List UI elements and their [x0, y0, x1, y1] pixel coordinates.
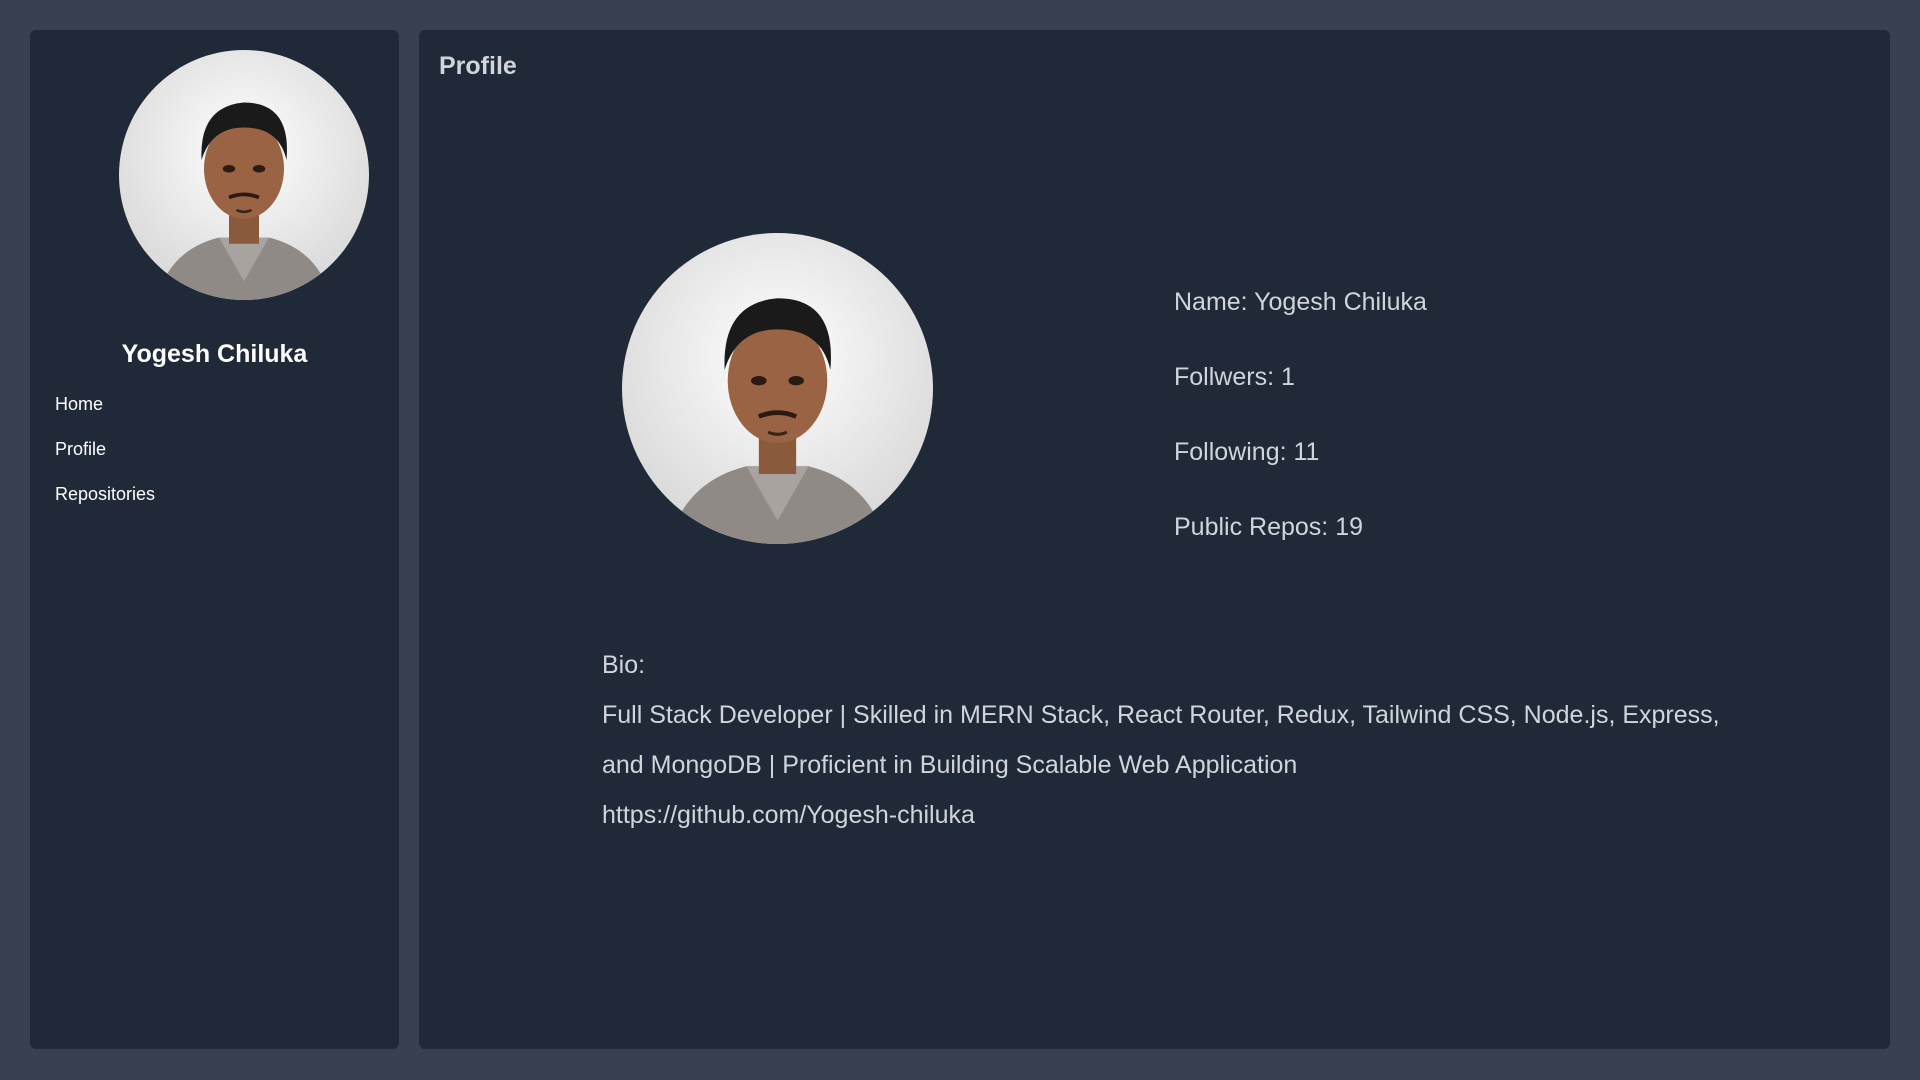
sidebar-nav: Home Profile Repositories	[55, 382, 155, 517]
bio-label: Bio:	[602, 651, 646, 679]
bio-text: Full Stack Developer | Skilled in MERN S…	[602, 701, 1720, 779]
sidebar-item-home[interactable]: Home	[55, 382, 155, 427]
app-root: Yogesh Chiluka Home Profile Repositories…	[0, 0, 1920, 1080]
profile-photo	[622, 233, 933, 544]
avatar	[119, 50, 369, 300]
avatar-photo	[119, 50, 369, 300]
stat-public-repos: Public Repos: 19	[1174, 513, 1364, 541]
page-title: Profile	[439, 52, 517, 80]
github-link[interactable]: https://github.com/Yogesh-chiluka	[602, 790, 1752, 840]
sidebar: Yogesh Chiluka Home Profile Repositories	[30, 30, 399, 1049]
sidebar-user-name: Yogesh Chiluka	[121, 340, 308, 368]
profile-stats: Name: Yogesh Chiluka Follwers: 1 Followi…	[1174, 288, 1427, 588]
sidebar-item-repositories[interactable]: Repositories	[55, 472, 155, 517]
bio-section: Bio: Full Stack Developer | Skilled in M…	[602, 640, 1752, 840]
stat-followers: Follwers: 1	[1174, 363, 1295, 391]
sidebar-item-profile[interactable]: Profile	[55, 427, 155, 472]
stat-name: Name: Yogesh Chiluka	[1174, 288, 1427, 316]
stat-following: Following: 11	[1174, 438, 1320, 466]
main-panel: Profile Name: Yogesh Chiluka Follwers: 1…	[419, 30, 1890, 1049]
profile-avatar	[622, 233, 933, 544]
